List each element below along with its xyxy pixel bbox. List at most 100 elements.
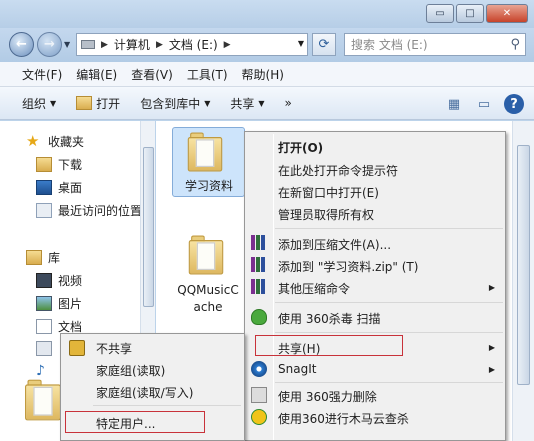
menu-item-cloud-scan-360[interactable]: 使用360进行木马云查杀 [278, 410, 409, 427]
menu-item-other-compress[interactable]: 其他压缩命令 [278, 280, 350, 297]
refresh-icon: ⟳ [318, 37, 330, 52]
recent-places-icon [36, 203, 52, 218]
recent-pages-dropdown[interactable]: ▼ [64, 40, 70, 49]
menu-item-open[interactable]: 打开(O) [278, 139, 323, 156]
maximize-button[interactable]: □ [456, 4, 484, 23]
submenu-item-no-share[interactable]: 不共享 [96, 340, 132, 357]
organize-label: 组织 [22, 96, 47, 111]
breadcrumb-drive-e[interactable]: 文档 (E:) [169, 36, 218, 53]
nav-favorites[interactable]: ★ 收藏夹 [26, 133, 84, 150]
chevron-right-icon[interactable]: ▶ [156, 40, 163, 50]
back-button[interactable]: ← [9, 32, 34, 57]
change-view-icon[interactable]: ▦ [444, 94, 464, 114]
search-icon[interactable]: ⚲ [510, 37, 520, 52]
search-input[interactable]: 搜索 文档 (E:) ⚲ [344, 33, 526, 56]
breadcrumb-computer[interactable]: 计算机 [114, 36, 150, 53]
menu-item-scan-360[interactable]: 使用 360杀毒 扫描 [278, 310, 381, 327]
share-with-label: 共享 [230, 96, 255, 111]
content-scroll-thumb[interactable] [517, 145, 530, 385]
caret-down-icon: ▼ [50, 98, 57, 108]
chevron-right-icon[interactable]: ▶ [224, 40, 231, 50]
nav-recent-places[interactable]: 最近访问的位置 [36, 202, 142, 219]
menu-bar: 文件(F) 编辑(E) 查看(V) 工具(T) 帮助(H) [0, 62, 534, 87]
menu-view[interactable]: 查看(V) [131, 66, 173, 83]
nav-desktop[interactable]: 桌面 [36, 179, 82, 196]
menu-separator [93, 405, 241, 406]
folder-icon[interactable] [25, 379, 61, 421]
pictures-icon [36, 296, 52, 311]
submenu-item-homegroup-readwrite[interactable]: 家庭组(读取/写入) [96, 384, 193, 401]
menu-file[interactable]: 文件(F) [22, 66, 62, 83]
caret-down-icon: ▼ [204, 98, 211, 108]
refresh-button[interactable]: ⟳ [312, 33, 336, 56]
open-button[interactable]: 打开 [76, 95, 120, 112]
nav-videos-label: 视频 [58, 274, 83, 288]
more-commands-label: » [284, 96, 292, 110]
videos-icon [36, 273, 52, 288]
menu-item-force-delete-360[interactable]: 使用 360强力删除 [278, 388, 377, 405]
title-bar: ▭ □ ✕ [0, 0, 534, 30]
menu-edit[interactable]: 编辑(E) [76, 66, 117, 83]
menu-item-cmd-here[interactable]: 在此处打开命令提示符 [278, 162, 398, 179]
window-controls: ▭ □ ✕ [424, 4, 528, 23]
menu-tools[interactable]: 工具(T) [187, 66, 228, 83]
trojan-cloud-icon [251, 409, 267, 425]
menu-separator [275, 302, 503, 303]
forward-button[interactable]: → [37, 32, 62, 57]
open-label: 打开 [96, 96, 121, 111]
shield-360-icon [251, 309, 267, 325]
close-button[interactable]: ✕ [486, 4, 528, 23]
nav-downloads[interactable]: 下载 [36, 156, 82, 173]
star-icon: ★ [26, 132, 40, 150]
nav-downloads-label: 下载 [58, 158, 83, 172]
submenu-arrow-icon: ▶ [488, 343, 495, 352]
address-bar[interactable]: ▶ 计算机 ▶ 文档 (E:) ▶ ▼ [76, 33, 308, 56]
share-with-button[interactable]: 共享 ▼ [230, 95, 264, 112]
desktop-icon [36, 180, 52, 195]
file-name-study-materials[interactable]: 学习资料 [180, 178, 238, 195]
chevron-right-icon[interactable]: ▶ [101, 40, 108, 50]
menu-item-open-new-window[interactable]: 在新窗口中打开(E) [278, 184, 379, 201]
nav-git-item[interactable] [36, 341, 58, 356]
more-commands-button[interactable]: » [285, 96, 292, 110]
menu-separator [275, 332, 503, 333]
nav-libraries-label: 库 [48, 251, 61, 265]
file-name-line-1: QQMusicC [177, 283, 239, 297]
winrar-icon [251, 235, 267, 251]
preview-pane-icon[interactable]: ▭ [474, 94, 494, 114]
menu-help[interactable]: 帮助(H) [242, 66, 284, 83]
menu-item-take-ownership[interactable]: 管理员取得所有权 [278, 206, 374, 223]
specific-users-highlight-box [65, 411, 205, 433]
submenu-item-homegroup-read[interactable]: 家庭组(读取) [96, 362, 165, 379]
nav-libraries[interactable]: 库 [26, 249, 60, 266]
minimize-button[interactable]: ▭ [426, 4, 454, 23]
file-name-qqmusiccache[interactable]: QQMusicC ache [176, 282, 240, 316]
lock-icon [69, 340, 85, 356]
snagit-icon [251, 361, 267, 377]
help-icon[interactable]: ? [504, 94, 524, 114]
navigation-scroll-thumb[interactable] [143, 147, 154, 307]
winrar-icon [251, 257, 267, 273]
folder-open-icon [76, 96, 93, 110]
generic-library-icon [36, 341, 52, 356]
libraries-icon [26, 250, 42, 265]
menu-item-add-to-archive[interactable]: 添加到压缩文件(A)... [278, 236, 391, 253]
content-scrollbar[interactable] [512, 121, 534, 441]
folder-icon[interactable] [188, 235, 224, 275]
drive-icon [81, 40, 95, 49]
nav-music[interactable]: ♪ [36, 364, 58, 379]
menu-item-add-to-zip[interactable]: 添加到 "学习资料.zip" (T) [278, 258, 418, 275]
address-dropdown-icon[interactable]: ▼ [298, 39, 304, 48]
winrar-icon [251, 279, 267, 295]
menu-separator [275, 382, 503, 383]
nav-videos[interactable]: 视频 [36, 272, 82, 289]
nav-pictures-label: 图片 [58, 297, 83, 311]
folder-icon[interactable] [187, 132, 223, 172]
nav-desktop-label: 桌面 [58, 181, 83, 195]
nav-pictures[interactable]: 图片 [36, 295, 82, 312]
search-placeholder: 搜索 文档 (E:) [351, 38, 428, 52]
forward-arrow-icon: → [44, 37, 55, 52]
menu-item-snagit[interactable]: SnagIt [278, 362, 316, 376]
organize-button[interactable]: 组织 ▼ [22, 95, 56, 112]
include-in-library-button[interactable]: 包含到库中 ▼ [140, 95, 210, 112]
